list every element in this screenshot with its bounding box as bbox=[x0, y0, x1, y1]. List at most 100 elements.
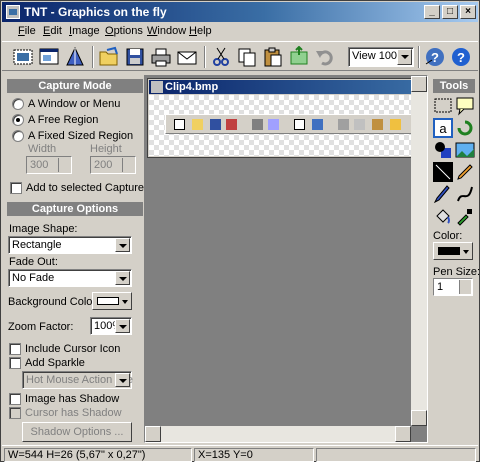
permissions-icon bbox=[226, 119, 237, 130]
chevron-down-icon bbox=[122, 300, 128, 304]
open-icon[interactable] bbox=[98, 46, 120, 68]
add-to-selected-label[interactable]: Add to selected Capture bbox=[26, 182, 144, 194]
add-sparkle-label[interactable]: Add Sparkle bbox=[25, 357, 85, 369]
resize-icon[interactable] bbox=[288, 46, 310, 68]
spinner-arrows-icon[interactable] bbox=[459, 280, 471, 294]
scroll-up-icon[interactable] bbox=[411, 76, 427, 92]
sparkle-select[interactable]: Hot Mouse Action (Re bbox=[22, 371, 133, 389]
menu-file[interactable]: File bbox=[18, 25, 36, 37]
brush-tool-icon[interactable] bbox=[433, 184, 453, 204]
chevron-down-icon[interactable] bbox=[115, 238, 130, 252]
print-icon[interactable] bbox=[150, 46, 172, 68]
save-icon[interactable] bbox=[124, 46, 146, 68]
chevron-down-icon[interactable] bbox=[397, 49, 412, 65]
chevron-down-icon[interactable] bbox=[115, 373, 130, 387]
paste-icon bbox=[372, 119, 383, 130]
open-icon bbox=[192, 119, 203, 130]
image-shape-label: Image Shape: bbox=[9, 223, 78, 235]
width-spinner[interactable]: 300 bbox=[26, 156, 72, 174]
cut-icon bbox=[338, 119, 349, 130]
eyedropper-tool-icon[interactable] bbox=[455, 206, 475, 226]
capture-fixed-icon[interactable] bbox=[64, 46, 86, 68]
curve-tool-icon[interactable] bbox=[455, 184, 475, 204]
speech-bubble-tool-icon[interactable] bbox=[455, 96, 475, 116]
pen-color-button[interactable] bbox=[433, 242, 473, 260]
include-cursor-checkbox[interactable] bbox=[9, 343, 21, 355]
zoom-select[interactable]: View 100% bbox=[348, 47, 414, 67]
select-tool-icon[interactable] bbox=[433, 96, 453, 116]
cursor-shadow-label[interactable]: Cursor has Shadow bbox=[25, 407, 122, 419]
add-to-selected-checkbox[interactable] bbox=[10, 182, 22, 194]
shadow-options-button[interactable]: Shadow Options ... bbox=[22, 422, 132, 442]
capture-region-icon[interactable] bbox=[38, 46, 60, 68]
undo-icon[interactable] bbox=[314, 46, 336, 68]
document-window[interactable]: Clip4.bmp bbox=[147, 78, 427, 158]
fade-out-select[interactable]: No Fade bbox=[8, 269, 132, 287]
width-value: 300 bbox=[30, 159, 49, 171]
radio-fixed-region[interactable] bbox=[12, 130, 24, 142]
text-tool-icon[interactable]: a bbox=[433, 118, 453, 138]
radio-free-region[interactable] bbox=[12, 114, 24, 126]
color-label: Color: bbox=[433, 230, 463, 242]
image-shape-select[interactable]: Rectangle bbox=[8, 236, 132, 254]
radio-free-region-label[interactable]: A Free Region bbox=[28, 114, 98, 126]
status-bar: W=544 H=26 (5,67" x 0,27") X=135 Y=0 bbox=[2, 445, 478, 462]
whats-this-icon[interactable]: ? bbox=[424, 46, 446, 68]
vertical-scrollbar[interactable] bbox=[411, 76, 427, 426]
fill-tool-icon[interactable] bbox=[433, 206, 453, 226]
spinner-arrows-icon[interactable] bbox=[122, 158, 134, 172]
pencil-tool-icon[interactable] bbox=[455, 162, 475, 182]
mdi-workspace[interactable]: Clip4.bmp bbox=[144, 75, 428, 443]
menu-window[interactable]: Window bbox=[147, 25, 186, 37]
radio-window-or-menu[interactable] bbox=[12, 98, 24, 110]
height-value: 200 bbox=[94, 159, 113, 171]
background-color-button[interactable] bbox=[92, 292, 132, 310]
close-button[interactable]: × bbox=[460, 5, 476, 19]
document-title-bar[interactable]: Clip4.bmp bbox=[149, 80, 425, 94]
image-shadow-label[interactable]: Image has Shadow bbox=[25, 393, 119, 405]
image-shadow-checkbox[interactable] bbox=[9, 393, 21, 405]
minimize-button[interactable]: _ bbox=[424, 5, 440, 19]
horizontal-scrollbar[interactable] bbox=[145, 426, 411, 442]
height-spinner[interactable]: 200 bbox=[90, 156, 136, 174]
app-icon[interactable] bbox=[6, 5, 20, 19]
radio-fixed-region-label[interactable]: A Fixed Sized Region bbox=[28, 130, 133, 142]
menu-edit[interactable]: Edit bbox=[43, 25, 62, 37]
cut-icon[interactable] bbox=[210, 46, 232, 68]
include-cursor-label[interactable]: Include Cursor Icon bbox=[25, 343, 120, 355]
captured-image-canvas[interactable] bbox=[149, 95, 425, 156]
menu-options[interactable]: Options bbox=[105, 25, 143, 37]
copy-icon[interactable] bbox=[236, 46, 258, 68]
zoom-factor-select[interactable]: 100% bbox=[90, 317, 132, 335]
help-icon[interactable]: ? bbox=[450, 46, 472, 68]
shapes-tool-icon[interactable] bbox=[433, 140, 453, 160]
email-icon[interactable] bbox=[176, 46, 198, 68]
window-title: TNT - Graphics on the fly bbox=[24, 5, 167, 19]
menu-bar: File Edit Image Options Window Help bbox=[2, 22, 478, 40]
capture-window-icon[interactable] bbox=[12, 46, 34, 68]
image-tool-icon[interactable] bbox=[455, 140, 475, 160]
rotate-tool-icon[interactable] bbox=[455, 118, 475, 138]
scroll-down-icon[interactable] bbox=[411, 410, 427, 426]
title-bar[interactable]: TNT - Graphics on the fly _ □ × bbox=[2, 2, 478, 22]
menu-help[interactable]: Help bbox=[189, 25, 212, 37]
maximize-button[interactable]: □ bbox=[442, 5, 458, 19]
cursor-shadow-checkbox[interactable] bbox=[9, 407, 21, 419]
svg-text:?: ? bbox=[457, 50, 465, 65]
paste-icon[interactable] bbox=[262, 46, 284, 68]
chevron-down-icon[interactable] bbox=[115, 271, 130, 285]
new-icon bbox=[174, 119, 185, 130]
print-preview-icon bbox=[268, 119, 279, 130]
chevron-down-icon[interactable] bbox=[115, 319, 130, 333]
pen-size-spinner[interactable]: 1 bbox=[433, 278, 473, 296]
color-swatch bbox=[438, 247, 460, 255]
radio-window-or-menu-label[interactable]: A Window or Menu bbox=[28, 98, 120, 110]
fade-out-value: No Fade bbox=[12, 272, 55, 284]
status-coordinates: X=135 Y=0 bbox=[194, 448, 314, 462]
menu-image[interactable]: Image bbox=[69, 25, 100, 37]
add-sparkle-checkbox[interactable] bbox=[9, 357, 21, 369]
spinner-arrows-icon[interactable] bbox=[58, 158, 70, 172]
scroll-left-icon[interactable] bbox=[145, 426, 161, 442]
line-tool-icon[interactable] bbox=[433, 162, 453, 182]
scroll-right-icon[interactable] bbox=[395, 426, 411, 442]
